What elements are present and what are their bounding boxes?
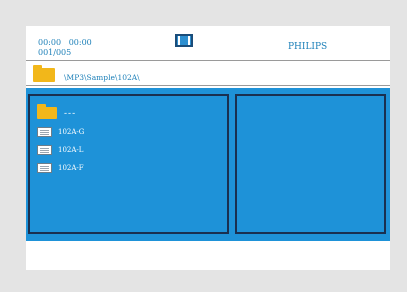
parent-folder-item[interactable]: --- [36,104,216,120]
current-path: \MP3\Sample\102A\ [64,73,140,82]
brand-label: PHILIPS [288,42,328,52]
file-item[interactable]: 102A-G [36,127,216,140]
file-name: 102A-G [58,128,85,136]
folder-icon [33,65,55,82]
file-item[interactable]: 102A-L [36,145,216,158]
time-display: 00:00 00:00 001/005 [38,38,92,58]
audio-file-icon [37,163,52,173]
time-total: 00:00 [68,38,92,47]
path-bar: \MP3\Sample\102A\ [26,61,390,86]
preview-pane [235,94,386,234]
status-header: 00:00 00:00 001/005 PHILIPS [26,26,390,61]
file-browser: --- 102A-G 102A-L 102A-F [26,88,390,241]
file-name: 102A-L [58,146,84,154]
audio-file-icon [37,127,52,137]
audio-file-icon [37,145,52,155]
display-mode-icon [175,34,193,47]
time-row: 00:00 00:00 [38,38,92,48]
parent-folder-label: --- [64,109,77,119]
file-item[interactable]: 102A-F [36,163,216,176]
file-list-pane[interactable]: --- 102A-G 102A-L 102A-F [28,94,229,234]
track-counter: 001/005 [38,48,72,57]
file-name: 102A-F [58,164,84,172]
folder-icon [37,104,57,119]
player-screen: 00:00 00:00 001/005 PHILIPS \MP3\Sample\… [26,26,390,270]
time-elapsed: 00:00 [38,38,62,47]
